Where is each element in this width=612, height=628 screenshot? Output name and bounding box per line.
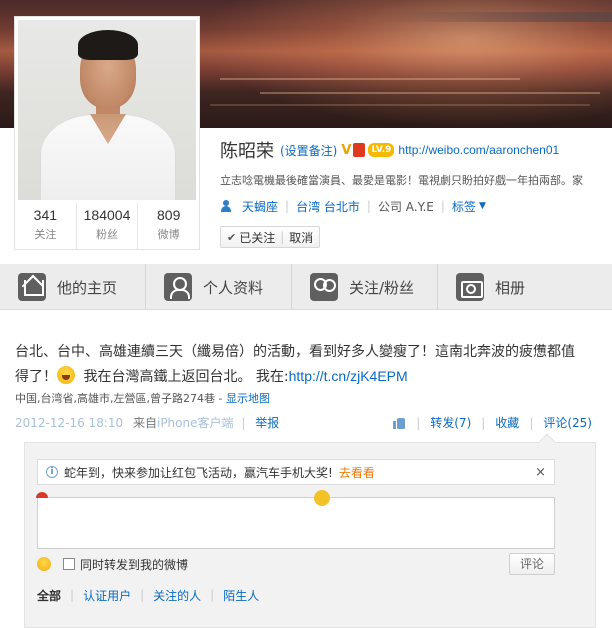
post-actions: | 转发(7) | 收藏 | 评论(25) [393, 414, 592, 431]
tab-albums[interactable]: 相册 [438, 264, 584, 310]
divider: | [210, 588, 215, 602]
profile-tabs: 他的主页 个人资料 关注/粉丝 相册 [0, 264, 612, 310]
avatar-card: 341 关注 184004 粉丝 809 微博 [14, 16, 200, 250]
location-link[interactable]: 台湾 台北市 [296, 198, 360, 215]
short-link[interactable]: http://t.cn/zjK4EPM [289, 368, 408, 384]
homepage-url-link[interactable]: http://weibo.com/aaronchen01 [398, 143, 559, 157]
stat-label: 粉丝 [96, 228, 118, 241]
client-link[interactable]: iPhone客户端 [157, 416, 234, 430]
tab-label: 他的主页 [57, 278, 118, 297]
stat-following[interactable]: 341 关注 [15, 203, 77, 249]
stat-followers[interactable]: 184004 粉丝 [77, 203, 139, 249]
verified-badge[interactable]: V [341, 143, 351, 158]
smile-emoji-icon [314, 490, 330, 506]
level-badge[interactable]: LV.9 [368, 143, 395, 157]
company-link[interactable]: 公司 A.Y.E [378, 198, 434, 215]
camera-icon [456, 273, 484, 301]
set-remark-link[interactable]: (设置备注) [280, 142, 337, 159]
stat-value: 809 [157, 207, 181, 223]
repost-checkbox[interactable] [63, 558, 75, 570]
tags-dropdown[interactable]: 标签 [452, 198, 476, 215]
followers-icon [310, 273, 338, 301]
member-badge-icon[interactable] [353, 143, 366, 157]
divider: | [285, 199, 290, 213]
person-icon [164, 273, 192, 301]
stat-label: 微博 [157, 228, 180, 241]
repost-link[interactable]: 转发(7) [430, 414, 471, 431]
notice-text: 蛇年到，快来参加让红包飞活动，赢汽车手机大奖! [64, 465, 333, 480]
filter-following[interactable]: 关注的人 [153, 587, 201, 604]
comment-input[interactable] [37, 497, 555, 549]
followed-status: 已关注 [239, 230, 276, 245]
post-text-line: 我在台灣高鐵上返回台北。 我在: [79, 369, 289, 385]
report-link[interactable]: 举报 [255, 416, 279, 430]
comment-submit-button[interactable]: 评论 [509, 553, 555, 575]
caret-down-icon[interactable]: ▼ [479, 201, 486, 211]
follow-status-box: ✔ 已关注 | 取消 [220, 226, 321, 248]
home-icon [18, 273, 46, 301]
comment-filters: 全部 | 认证用户 | 关注的人 | 陌生人 [37, 586, 259, 604]
info-icon: i [46, 466, 58, 478]
divider: | [481, 415, 486, 430]
stat-value: 184004 [83, 207, 131, 223]
comment-panel: i 蛇年到，快来参加让红包飞活动，赢汽车手机大奖! 去看看 × 同时转发到我的微… [24, 433, 596, 628]
divider: | [529, 415, 534, 430]
checkmark-icon: ✔ [227, 230, 237, 244]
tab-label: 个人资料 [203, 278, 264, 297]
post-footer: 2012-12-16 18:10 来自iPhone客户端 | 举报 | 转发(7… [15, 414, 600, 431]
filter-all[interactable]: 全部 [37, 587, 61, 604]
profile-name: 陈昭荣 [220, 141, 274, 162]
weibo-profile-page: 341 关注 184004 粉丝 809 微博 陈昭荣 (设置备注) V LV.… [0, 0, 612, 628]
profile-stats: 341 关注 184004 粉丝 809 微博 [15, 203, 199, 249]
panel-caret [538, 433, 556, 451]
post-location: 中国,台湾省,高雄市,左營區,曾子路274巷 - 显示地图 [15, 392, 270, 405]
unfollow-button[interactable]: 取消 [289, 229, 313, 246]
profile-intro: 立志唸電機最後確當演員、最愛是電影！電視劇只盼拍好戲一年拍兩部。家 [220, 174, 583, 187]
tab-label: 相册 [495, 278, 526, 297]
emoji-picker-icon[interactable] [37, 557, 51, 571]
avatar[interactable] [18, 20, 196, 200]
post-text-line: 得了！ [15, 369, 57, 385]
promo-notice: i 蛇年到，快来参加让红包飞活动，赢汽车手机大奖! 去看看 × [37, 459, 555, 485]
divider: | [280, 230, 285, 244]
tab-home[interactable]: 他的主页 [0, 264, 146, 310]
tab-follow-fans[interactable]: 关注/粉丝 [292, 264, 438, 310]
feed-post: 台北、台中、高雄連續三天（纖易倍）的活動，看到好多人變瘦了！這南北奔波的疲憊都值… [0, 310, 612, 628]
filter-verified[interactable]: 认证用户 [83, 587, 131, 604]
post-timestamp[interactable]: 2012-12-16 18:10 [15, 416, 123, 430]
repost-checkbox-label[interactable]: 同时转发到我的微博 [80, 556, 188, 573]
profile-meta-row: 天蝎座 | 台湾 台北市 | 公司 A.Y.E | 标签 ▼ [220, 198, 486, 214]
stat-posts[interactable]: 809 微博 [138, 203, 199, 249]
constellation-link[interactable]: 天蝎座 [242, 198, 278, 215]
show-map-link[interactable]: 显示地图 [226, 392, 270, 405]
from-label: 来自 [132, 416, 157, 430]
stat-label: 关注 [34, 228, 57, 241]
person-icon [220, 200, 232, 212]
profile-name-row: 陈昭荣 (设置备注) V LV.9 http://weibo.com/aaron… [220, 138, 559, 162]
tab-label: 关注/粉丝 [349, 278, 415, 297]
close-icon[interactable]: × [535, 465, 546, 480]
thumbs-up-icon[interactable] [393, 416, 406, 429]
favorite-link[interactable]: 收藏 [495, 414, 519, 431]
notice-link[interactable]: 去看看 [339, 464, 375, 481]
divider: | [440, 199, 445, 213]
comment-avatar-peek [36, 492, 48, 498]
divider: | [416, 415, 421, 430]
divider: | [140, 588, 145, 602]
stat-value: 341 [33, 207, 58, 223]
location-text: 中国,台湾省,高雄市,左營區,曾子路274巷 [15, 392, 215, 405]
post-text: 台北、台中、高雄連續三天（纖易倍）的活動，看到好多人變瘦了！這南北奔波的疲憊都值… [15, 340, 600, 389]
tab-profile-info[interactable]: 个人资料 [146, 264, 292, 310]
laugh-emoji-icon [57, 366, 75, 384]
comment-link[interactable]: 评论(25) [543, 414, 592, 431]
filter-strangers[interactable]: 陌生人 [223, 587, 259, 604]
divider: | [366, 199, 371, 213]
post-text-line: 台北、台中、高雄連續三天（纖易倍）的活動，看到好多人變瘦了！這南北奔波的疲憊都值 [15, 344, 575, 360]
divider: | [241, 416, 246, 430]
divider: | [70, 588, 75, 602]
